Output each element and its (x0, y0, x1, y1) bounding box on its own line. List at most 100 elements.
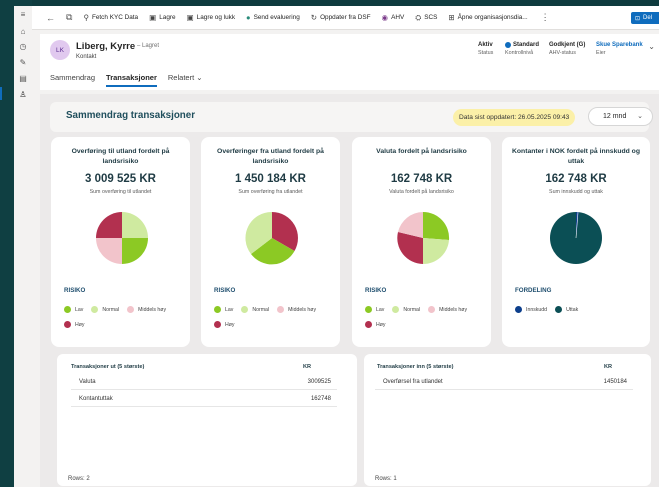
ahv-icon: ◉ (381, 13, 389, 22)
legend-swatch (365, 306, 372, 313)
refresh-dsf-button[interactable]: ↻ Oppdater fra DSF (311, 13, 371, 22)
card-transfer-out: Overføring til utland fordelt på landsri… (51, 137, 190, 347)
org-chart-icon: ⊞ (448, 13, 455, 22)
table-header-amount: KR (604, 364, 613, 370)
contact-icon[interactable]: ♙ (17, 88, 29, 100)
send-evaluation-button[interactable]: ● Send evaluering (246, 13, 300, 22)
clipboard-icon[interactable]: ▤ (17, 72, 29, 84)
app-area: ← ⧉ ⚲ Fetch KYC Data ▣ Lagre ▣ Lagre og luk… (32, 6, 659, 487)
legend-item: Middels høy (428, 306, 467, 313)
legend-swatch (241, 306, 249, 313)
recent-icon[interactable]: ◷ (17, 40, 29, 52)
header-field-ahv-status: Godkjent (G) AHV-status (549, 42, 586, 56)
legend-item: Lav (365, 306, 384, 313)
legend-item: Middels høy (277, 306, 316, 313)
card-title: Kontanter i NOK fordelt på innskudd og u… (511, 148, 640, 165)
period-dropdown[interactable]: 12 mnd ⌄ (588, 107, 653, 126)
home-icon[interactable]: ⌂ (17, 25, 29, 37)
fetch-kyc-button[interactable]: ⚲ Fetch KYC Data (83, 13, 138, 22)
legend-swatch (365, 321, 372, 328)
record-tabs: Sammendrag Transaksjoner Relatert ⌄ (50, 73, 214, 87)
popout-icon[interactable]: ⧉ (66, 12, 72, 23)
hamburger-icon[interactable]: ≡ (17, 8, 29, 20)
saved-status: – Lagret (137, 43, 160, 49)
table-row[interactable]: Overførsel fra utlandet 1450184 (375, 374, 633, 390)
legend-item: Normal (392, 306, 420, 313)
active-indicator (0, 87, 2, 100)
save-button[interactable]: ▣ Lagre (149, 13, 175, 22)
ahv-button[interactable]: ◉ AHV (382, 13, 405, 22)
tab-summary[interactable]: Sammendrag (50, 73, 95, 86)
save-close-button[interactable]: ▣ Lagre og lukk (187, 13, 235, 22)
pie-slice-hoy (96, 212, 122, 238)
legend-item: Uttak (555, 306, 578, 313)
pie-slice-lav (122, 238, 148, 264)
table-row[interactable]: Valuta 3009525 (71, 374, 337, 390)
legend-item: Lav (64, 306, 83, 313)
last-updated-badge: Data sist oppdatert: 26.05.2025 09:43 (453, 109, 576, 126)
header-field-owner[interactable]: Skue Sparebank Eier (596, 42, 643, 56)
tab-transactions[interactable]: Transaksjoner (106, 73, 157, 87)
card-title: Overføringer fra utland fordelt på lands… (217, 148, 324, 165)
legend-item: Høy (64, 321, 85, 328)
legend-swatch (392, 306, 400, 313)
legend-item: Innskudd (515, 306, 547, 313)
legend: Lav Normal Middels høy Høy (64, 306, 184, 336)
pin-icon[interactable]: ✎ (17, 56, 29, 68)
legend-item: Normal (241, 306, 269, 313)
open-org-button[interactable]: ⊞ Åpne organisasjonsdia... (448, 13, 527, 22)
legend-swatch (127, 306, 135, 313)
share-icon: ⊡ (635, 15, 641, 22)
legend: Lav Normal Middels høy Høy (214, 306, 334, 336)
send-icon: ● (246, 13, 251, 22)
legend-swatch (91, 306, 99, 313)
legend-title: FORDELING (515, 287, 552, 294)
cash-pie-chart (550, 211, 602, 264)
pie-slice-normal (423, 238, 449, 265)
nav-rail: ≡ ⌂ ◷ ✎ ▤ ♙ (14, 6, 32, 487)
card-value: 162 748 KR (390, 173, 453, 185)
legend-swatch (64, 306, 71, 313)
card-title: Overføring til utland fordelt på landsri… (71, 148, 170, 165)
table-transactions-out: Transaksjoner ut (5 største) KR Valuta 3… (57, 354, 357, 486)
table-row[interactable]: Kontantuttak 162748 (71, 391, 337, 407)
legend: Lav Normal Middels høy Høy (365, 306, 485, 336)
chevron-down-icon: ⌄ (637, 113, 643, 120)
person-search-icon: ⚲ (83, 13, 89, 22)
share-button[interactable]: ⊡ Del (631, 12, 659, 24)
scs-button[interactable]: ⛭ SCS (415, 13, 437, 23)
tab-related[interactable]: Relatert ⌄ (168, 73, 203, 86)
table-header-name: Transaksjoner ut (5 største) (71, 364, 145, 370)
legend-item: Høy (214, 321, 235, 328)
legend-swatch (277, 306, 285, 313)
legend-swatch (515, 306, 522, 313)
control-level-icon (505, 42, 511, 48)
record-header: LK Liberg, Kyrre – Lagret Kontakt Aktiv … (40, 34, 659, 90)
card-subtitle: Valuta fordelt på landsrisiko (389, 189, 454, 195)
legend-swatch (428, 306, 436, 313)
table-header-amount: KR (303, 364, 312, 370)
legend-swatch (555, 306, 563, 313)
card-value: 3 009 525 KR (85, 173, 156, 185)
legend-swatch (64, 321, 71, 328)
pie-slice-normal (122, 212, 148, 238)
scs-icon: ⛭ (415, 12, 422, 22)
record-type: Kontakt (76, 54, 97, 60)
chevron-down-icon: ⌄ (196, 73, 203, 82)
card-subtitle: Sum overføring til utlandet (89, 189, 152, 195)
transactions-panel: Sammendrag transaksjoner Data sist oppda… (40, 94, 659, 487)
back-icon[interactable]: ← (46, 13, 55, 23)
header-expand-chevron-icon[interactable]: ⌄ (648, 42, 655, 51)
save-close-icon: ▣ (186, 13, 194, 22)
legend-title: RISIKO (64, 287, 86, 294)
legend-item: Høy (365, 321, 386, 328)
save-icon: ▣ (149, 13, 157, 22)
rows-count: Rows: 2 (68, 476, 90, 482)
table-transactions-in: Transaksjoner inn (5 største) KR Overfør… (364, 354, 651, 486)
card-transfer-in: Overføringer fra utland fordelt på lands… (201, 137, 340, 347)
legend-item: Lav (214, 306, 233, 313)
legend-item: Normal (91, 306, 119, 313)
card-title: Valuta fordelt på landsrisiko (376, 148, 467, 155)
legend-item: Middels høy (127, 306, 166, 313)
more-icon[interactable]: ⋮ (541, 12, 550, 23)
